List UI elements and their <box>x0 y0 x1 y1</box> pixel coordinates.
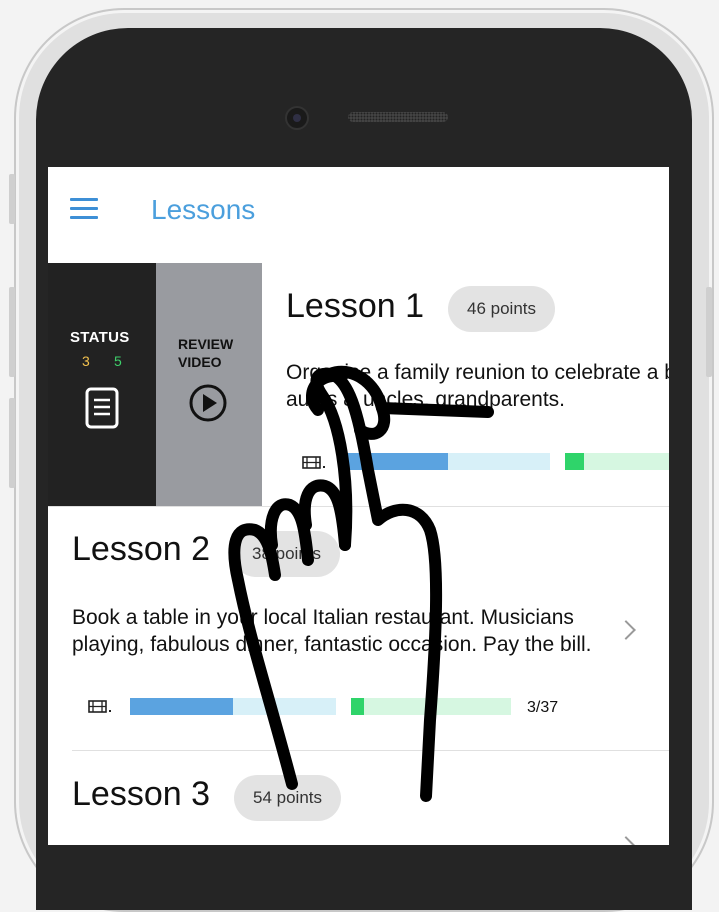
review-video-panel[interactable]: REVIEW VIDEO <box>156 263 262 507</box>
play-circle-icon[interactable] <box>188 383 228 423</box>
lesson-title: Lesson 2 <box>72 530 210 568</box>
hamburger-menu-icon[interactable] <box>70 198 98 220</box>
app-screen: Lessons STATUS 3 5 REVIEW VIDEO Lesson 1… <box>48 167 669 845</box>
status-label: STATUS <box>70 329 130 346</box>
status-count-yellow: 3 <box>82 353 90 369</box>
lesson-description: Book a table in your local Italian resta… <box>72 606 592 656</box>
video-progress-bar <box>345 453 550 470</box>
lesson-1-card[interactable]: Lesson 1 46 points Organise a family reu… <box>286 263 669 507</box>
page-title: Lessons <box>151 194 256 225</box>
lesson-title: Lesson 3 <box>72 775 210 813</box>
points-badge: 46 points <box>448 286 555 332</box>
points-badge: 38 points <box>233 531 340 577</box>
video-progress-bar <box>130 698 336 715</box>
lesson-description: Organise a family reunion to celebrate a… <box>286 361 669 411</box>
task-count: 3/37 <box>527 699 559 716</box>
volume-up-button <box>9 287 15 377</box>
chevron-right-icon[interactable] <box>616 620 636 640</box>
points-badge: 54 points <box>234 775 341 821</box>
task-progress-bar <box>565 453 669 470</box>
volume-down-button <box>9 398 15 488</box>
divider <box>48 506 669 507</box>
power-button <box>706 287 712 377</box>
document-icon[interactable] <box>85 387 119 429</box>
review-video-label: REVIEW VIDEO <box>178 336 234 370</box>
divider <box>72 750 669 751</box>
task-progress-bar <box>351 698 511 715</box>
mute-switch <box>9 174 15 224</box>
film-icon <box>88 700 111 713</box>
earpiece-speaker <box>348 112 448 122</box>
status-count-green: 5 <box>114 353 122 369</box>
front-camera <box>285 106 309 130</box>
app-bar: Lessons <box>48 167 669 263</box>
status-panel[interactable]: STATUS 3 5 <box>48 263 156 507</box>
chevron-right-icon[interactable] <box>616 836 636 845</box>
lesson-title: Lesson 1 <box>286 287 424 325</box>
film-icon <box>302 456 325 469</box>
